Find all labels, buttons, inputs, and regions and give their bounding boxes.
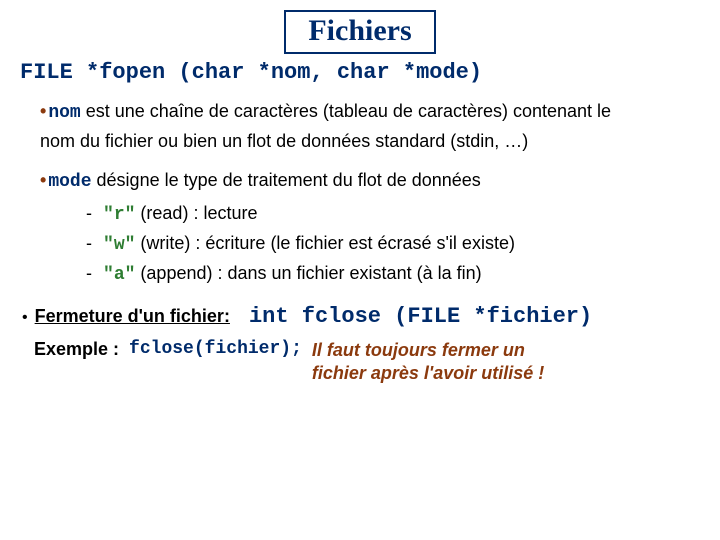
slide: Fichiers FILE *fopen (char *nom, char *m… bbox=[0, 0, 720, 385]
bullet-mode-text: désigne le type de traitement du flot de… bbox=[92, 170, 481, 190]
bullet-nom-text1: est une chaîne de caractères (tableau de… bbox=[81, 101, 611, 121]
mode-list: - "r" (read) : lecture - "w" (write) : é… bbox=[86, 200, 704, 290]
list-item: - "a" (append) : dans un fichier existan… bbox=[86, 260, 704, 290]
close-section: • Fermeture d'un fichier: int fclose (FI… bbox=[22, 304, 704, 329]
example-note-line1: Il faut toujours fermer un bbox=[312, 340, 525, 360]
example-row: Exemple : fclose(fichier); Il faut toujo… bbox=[34, 339, 704, 386]
example-label: Exemple : bbox=[34, 339, 119, 360]
mode-desc-w: (write) : écriture (le fichier est écras… bbox=[135, 233, 515, 253]
title-box: Fichiers bbox=[284, 10, 435, 54]
dash-icon: - bbox=[86, 233, 92, 253]
mode-kw-r: "r" bbox=[103, 205, 135, 225]
title-container: Fichiers bbox=[16, 10, 704, 54]
bullet-nom: •nom est une chaîne de caractères (table… bbox=[40, 99, 704, 125]
fopen-signature: FILE *fopen (char *nom, char *mode) bbox=[20, 60, 704, 85]
example-note-line2: fichier après l'avoir utilisé ! bbox=[312, 363, 544, 383]
mode-kw-w: "w" bbox=[103, 235, 135, 255]
bullet-mode-kw: mode bbox=[48, 172, 91, 192]
mode-desc-r: (read) : lecture bbox=[135, 203, 257, 223]
list-item: - "w" (write) : écriture (le fichier est… bbox=[86, 230, 704, 260]
mode-kw-a: "a" bbox=[103, 265, 135, 285]
bullet-dot-icon: • bbox=[22, 309, 28, 326]
bullet-dot-icon: • bbox=[40, 170, 46, 190]
bullet-nom-kw: nom bbox=[48, 103, 80, 123]
bullet-mode: •mode désigne le type de traitement du f… bbox=[40, 168, 704, 194]
list-item: - "r" (read) : lecture bbox=[86, 200, 704, 230]
fclose-signature: int fclose (FILE *fichier) bbox=[249, 304, 592, 329]
close-label: Fermeture d'un fichier: bbox=[35, 306, 230, 326]
slide-title: Fichiers bbox=[308, 14, 411, 47]
example-code: fclose(fichier); bbox=[129, 339, 302, 359]
bullet-dot-icon: • bbox=[40, 101, 46, 121]
dash-icon: - bbox=[86, 263, 92, 283]
bullet-nom-cont: nom du fichier ou bien un flot de donnée… bbox=[40, 129, 704, 153]
mode-desc-a: (append) : dans un fichier existant (à l… bbox=[135, 263, 481, 283]
example-note: Il faut toujours fermer un fichier après… bbox=[312, 339, 544, 386]
dash-icon: - bbox=[86, 203, 92, 223]
